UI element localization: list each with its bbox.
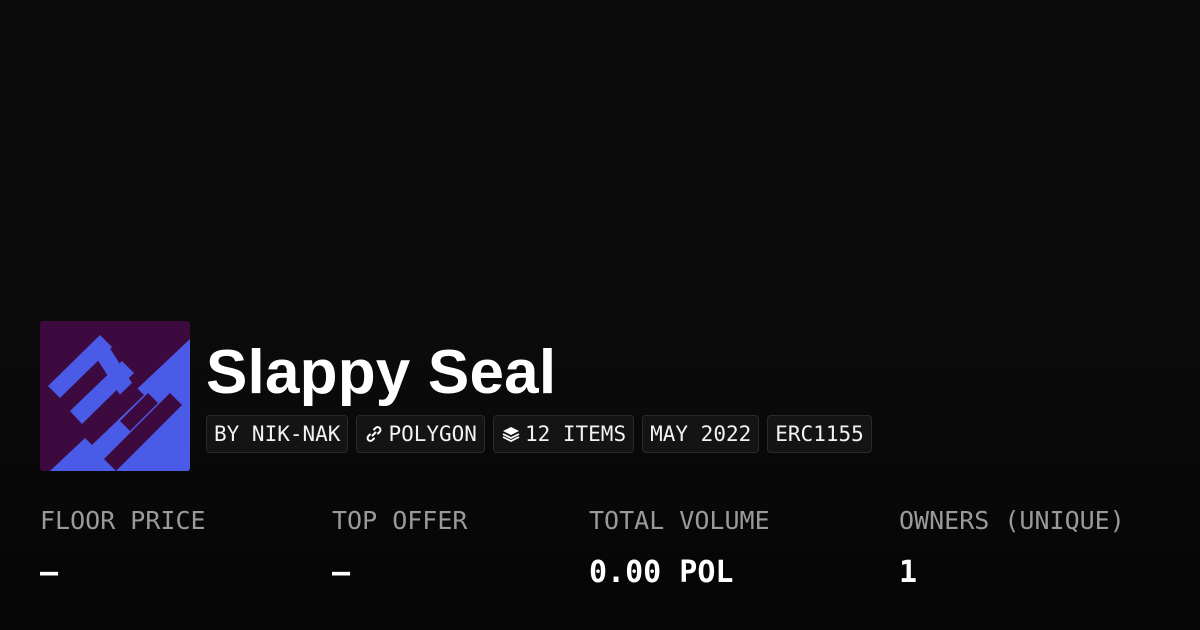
- creator-tag-label: BY NIK-NAK: [214, 422, 341, 446]
- collection-tags: BY NIK-NAK POLYGON 12 ITEMS MAY 2022 ERC…: [206, 415, 872, 455]
- stat-label: FLOOR PRICE: [40, 506, 206, 535]
- stat-top-offer: TOP OFFER –: [332, 503, 467, 593]
- creator-tag[interactable]: BY NIK-NAK: [206, 415, 349, 453]
- stat-owners: OWNERS (UNIQUE) 1: [899, 503, 1125, 593]
- items-tag[interactable]: 12 ITEMS: [492, 415, 635, 453]
- date-tag: MAY 2022: [642, 415, 760, 453]
- standard-tag: ERC1155: [767, 415, 872, 453]
- stat-label: OWNERS (UNIQUE): [899, 506, 1125, 535]
- stat-value: 1: [899, 555, 918, 590]
- chain-tag-label: POLYGON: [388, 422, 477, 446]
- stat-floor-price: FLOOR PRICE –: [40, 503, 206, 593]
- collection-logo-image: [40, 321, 190, 471]
- date-tag-label: MAY 2022: [650, 422, 752, 446]
- stat-value: 0.00 POL: [589, 555, 734, 590]
- stat-value: –: [332, 555, 351, 590]
- standard-tag-label: ERC1155: [775, 422, 864, 446]
- layers-icon: [501, 424, 521, 444]
- stat-label: TOTAL VOLUME: [589, 506, 770, 535]
- collection-stats: FLOOR PRICE – TOP OFFER – TOTAL VOLUME 0…: [0, 503, 1200, 603]
- items-tag-label: 12 ITEMS: [524, 422, 627, 446]
- collection-avatar: [40, 321, 190, 471]
- collection-title: Slappy Seal: [206, 338, 557, 407]
- chain-tag[interactable]: POLYGON: [356, 415, 485, 453]
- stat-total-volume: TOTAL VOLUME 0.00 POL: [589, 503, 770, 593]
- stat-label: TOP OFFER: [332, 506, 468, 535]
- stat-value: –: [40, 555, 59, 590]
- link-icon: [364, 424, 384, 444]
